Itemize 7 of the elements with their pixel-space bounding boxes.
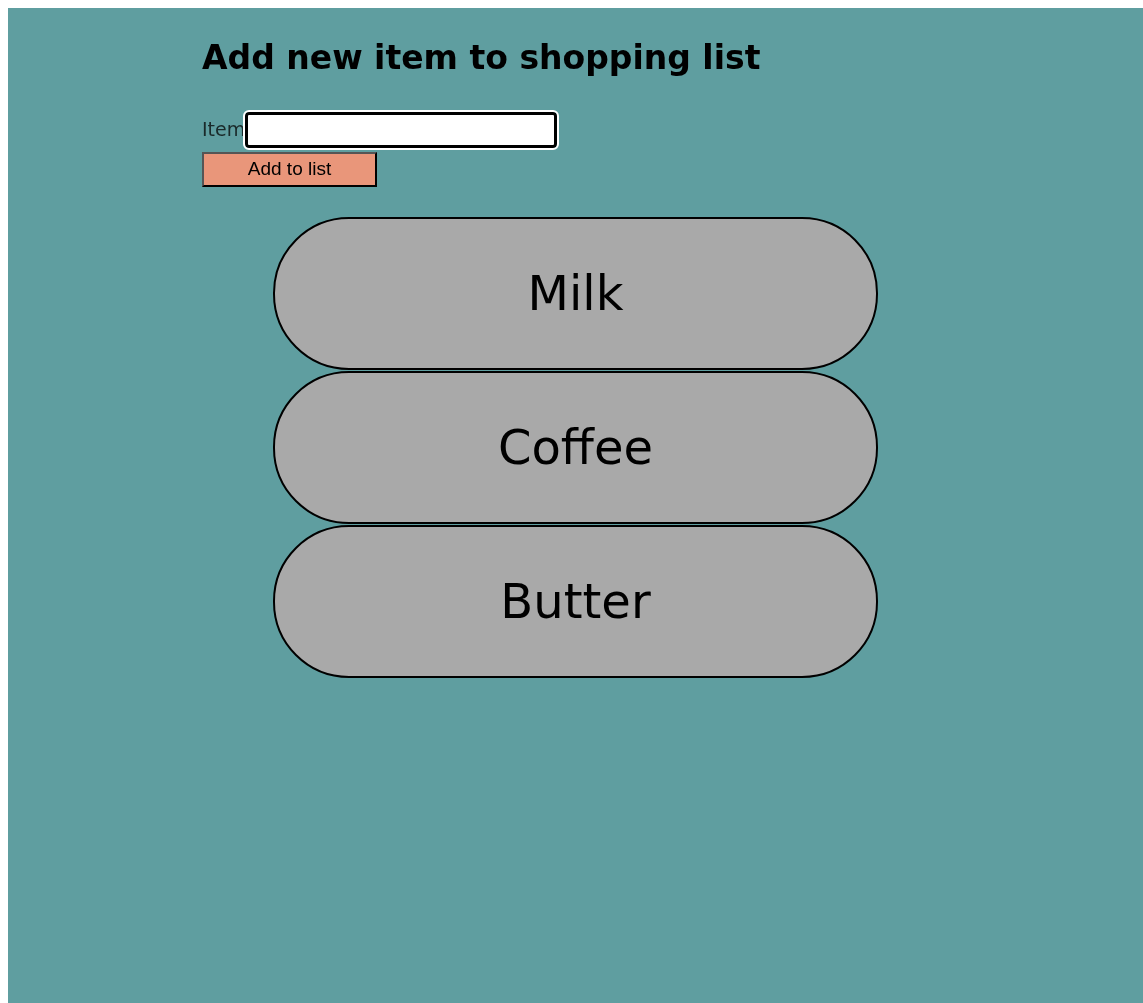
list-item: Coffee bbox=[273, 370, 878, 524]
item-label: Item bbox=[202, 120, 246, 140]
add-button[interactable]: Add to list bbox=[202, 151, 377, 187]
page-title: Add new item to shopping list bbox=[202, 38, 762, 78]
item-input-field[interactable] bbox=[245, 111, 558, 148]
list-item: Butter bbox=[273, 524, 878, 678]
list-item: Milk bbox=[273, 216, 878, 370]
